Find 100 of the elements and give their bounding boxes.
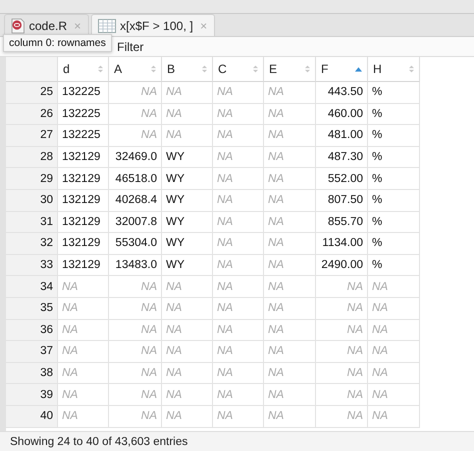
table-cell: NA [213, 384, 264, 406]
table-cell: 32469.0 [109, 146, 162, 168]
table-cell: NA [316, 341, 368, 363]
editor-tab[interactable]: code.R × [4, 14, 90, 36]
table-cell: NA [264, 320, 316, 342]
editor-tab[interactable]: x[x$F > 100, ] × [91, 14, 216, 36]
table-cell: NA [58, 320, 109, 342]
table-cell: 487.30 [316, 146, 368, 168]
table-cell: NA [264, 384, 316, 406]
column-header[interactable]: B [162, 57, 213, 82]
table-cell: NA [213, 168, 264, 190]
table-cell: NA [109, 362, 162, 384]
table-cell: NA [162, 362, 213, 384]
table-cell: NA [58, 406, 109, 428]
row-number: 38 [6, 362, 58, 384]
column-header[interactable]: C [213, 57, 264, 82]
table-cell: NA [213, 276, 264, 298]
table-cell: NA [368, 298, 420, 320]
column-header[interactable]: A [109, 57, 162, 82]
table-cell: NA [264, 125, 316, 147]
table-cell: NA [162, 320, 213, 342]
table-cell: 552.00 [316, 168, 368, 190]
filter-button[interactable]: Filter [117, 40, 144, 54]
table-cell: NA [316, 320, 368, 342]
table-cell: NA [368, 276, 420, 298]
table-cell: NA [162, 104, 213, 126]
table-cell: 132129 [58, 190, 109, 212]
table-cell: NA [316, 406, 368, 428]
table-cell: NA [264, 168, 316, 190]
table-cell: NA [58, 341, 109, 363]
row-number: 27 [6, 125, 58, 147]
table-cell: 132129 [58, 212, 109, 234]
table-cell: NA [162, 276, 213, 298]
table-cell: NA [264, 298, 316, 320]
table-cell: NA [213, 320, 264, 342]
table-cell: NA [264, 212, 316, 234]
table-cell: NA [213, 233, 264, 255]
table-cell: NA [213, 104, 264, 126]
table-cell: NA [213, 212, 264, 234]
table-cell: 481.00 [316, 125, 368, 147]
column-header[interactable]: E [264, 57, 316, 82]
table-cell: NA [264, 146, 316, 168]
table-cell: % [368, 190, 420, 212]
table-cell: % [368, 125, 420, 147]
table-cell: NA [264, 362, 316, 384]
table-cell: 132129 [58, 233, 109, 255]
table-cell: NA [213, 82, 264, 104]
table-cell: NA [368, 320, 420, 342]
row-number: 31 [6, 212, 58, 234]
tooltip: column 0: rownames [3, 34, 112, 52]
table-cell: 40268.4 [109, 190, 162, 212]
tab-label: x[x$F > 100, ] [120, 18, 194, 32]
column-header[interactable]: F [316, 57, 368, 82]
table-cell: 132129 [58, 146, 109, 168]
table-cell: NA [58, 362, 109, 384]
table-cell: NA [109, 298, 162, 320]
table-cell: NA [316, 384, 368, 406]
table-cell: NA [368, 362, 420, 384]
table-cell: NA [368, 341, 420, 363]
row-number: 28 [6, 146, 58, 168]
table-cell: % [368, 233, 420, 255]
tab-label: code.R [29, 18, 68, 32]
table-cell: WY [162, 233, 213, 255]
table-cell: 132225 [58, 104, 109, 126]
column-header[interactable]: H [368, 57, 420, 82]
table-cell: NA [58, 384, 109, 406]
table-cell: 55304.0 [109, 233, 162, 255]
table-cell: 132225 [58, 82, 109, 104]
rownames-header[interactable] [6, 57, 58, 82]
table-cell: 1134.00 [316, 233, 368, 255]
table-cell: NA [162, 384, 213, 406]
table-cell: NA [58, 276, 109, 298]
row-number: 26 [6, 104, 58, 126]
table-cell: 855.70 [316, 212, 368, 234]
table-cell: % [368, 146, 420, 168]
table-cell: NA [316, 298, 368, 320]
table-cell: WY [162, 168, 213, 190]
row-number: 29 [6, 168, 58, 190]
column-header[interactable]: d [58, 57, 109, 82]
row-number: 39 [6, 384, 58, 406]
table-cell: % [368, 168, 420, 190]
table-cell: WY [162, 212, 213, 234]
row-number: 37 [6, 341, 58, 363]
table-cell: NA [264, 233, 316, 255]
table-cell: 32007.8 [109, 212, 162, 234]
row-number: 33 [6, 254, 58, 276]
table-cell: NA [162, 341, 213, 363]
table-cell: NA [213, 341, 264, 363]
table-cell: 460.00 [316, 104, 368, 126]
table-cell: NA [109, 82, 162, 104]
table-cell: NA [264, 190, 316, 212]
table-cell: NA [213, 254, 264, 276]
table-cell: NA [109, 406, 162, 428]
table-cell: 13483.0 [109, 254, 162, 276]
row-number: 30 [6, 190, 58, 212]
table-cell: NA [213, 125, 264, 147]
row-number: 34 [6, 276, 58, 298]
table-cell: NA [213, 406, 264, 428]
table-cell: NA [213, 362, 264, 384]
table-cell: NA [264, 254, 316, 276]
